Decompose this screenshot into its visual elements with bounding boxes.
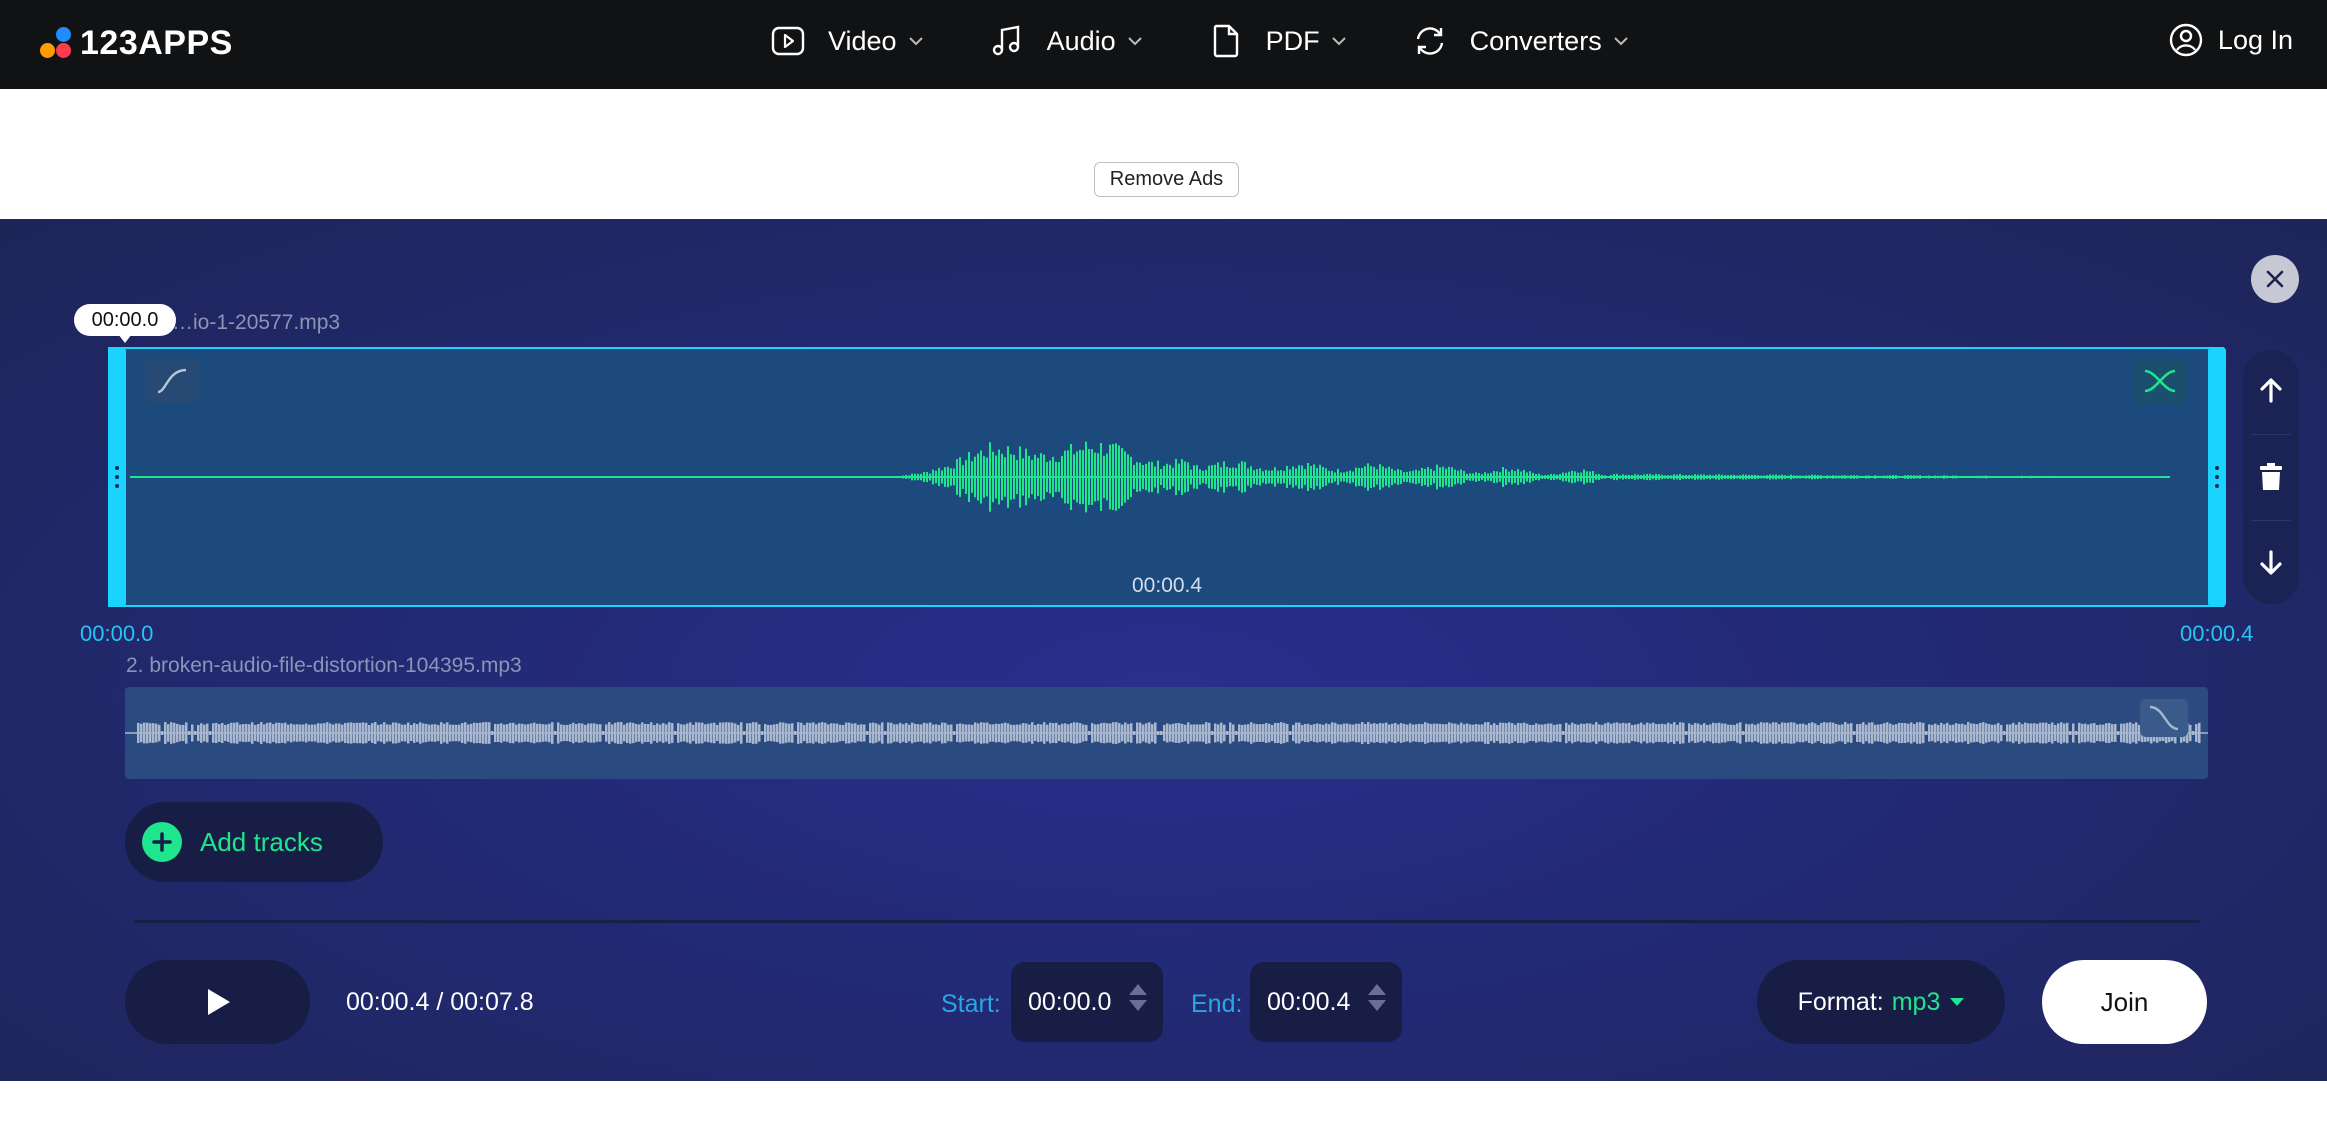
video-icon: [771, 26, 805, 56]
play-button[interactable]: [125, 960, 310, 1044]
track-1-duration: 00:00.4: [1132, 574, 1203, 597]
nav-converters[interactable]: Converters: [1412, 23, 1630, 59]
close-button[interactable]: [2251, 255, 2299, 303]
end-label: End:: [1191, 990, 1243, 1018]
nav-video[interactable]: Video: [770, 23, 925, 59]
selection-end-time: 00:00.4: [2180, 621, 2254, 646]
login-button[interactable]: Log In: [2168, 22, 2293, 58]
track-1-filename: …io-1-20577.mp3: [172, 311, 341, 334]
nav-pdf-label: PDF: [1265, 25, 1320, 56]
end-time-field[interactable]: [1250, 962, 1402, 1042]
arrow-down-icon: [2260, 550, 2282, 575]
caret-down-icon: [1950, 998, 1965, 1006]
top-navbar: 123APPS Video Audio PDF Converters Log I…: [0, 0, 2327, 89]
chevron-down-icon: [908, 37, 923, 46]
track-2[interactable]: [125, 687, 2208, 779]
add-tracks-button[interactable]: Add tracks: [125, 802, 383, 882]
increment-icon[interactable]: [1129, 984, 1147, 995]
play-icon: [207, 989, 230, 1015]
decrement-icon[interactable]: [1368, 1000, 1386, 1011]
delete-track-button[interactable]: [2253, 459, 2289, 495]
track-2-waveform: [125, 722, 2208, 744]
start-time-field[interactable]: [1011, 962, 1163, 1042]
bubble-pointer: [118, 334, 132, 343]
format-label: Format:: [1797, 987, 1884, 1016]
nav-audio-label: Audio: [1046, 25, 1116, 56]
move-down-button[interactable]: [2253, 545, 2289, 581]
end-time-input[interactable]: [1267, 987, 1362, 1017]
playhead-time-bubble: 00:00.0: [74, 304, 176, 336]
format-value: mp3: [1891, 987, 1941, 1016]
end-time-stepper[interactable]: [1368, 984, 1386, 1011]
crossfade-icon: [2144, 369, 2176, 393]
fade-out-button[interactable]: [2140, 699, 2188, 737]
nav-pdf[interactable]: PDF: [1208, 23, 1348, 59]
chevron-down-icon: [1613, 37, 1628, 46]
track-1-right-handle[interactable]: [2208, 347, 2226, 607]
track-tools: [2243, 350, 2299, 604]
move-up-button[interactable]: [2253, 372, 2289, 408]
start-label: Start:: [941, 990, 1001, 1018]
convert-icon: [1416, 27, 1443, 55]
format-select[interactable]: Format: mp3: [1757, 960, 2005, 1044]
plus-icon: [142, 822, 182, 862]
trash-icon: [2260, 463, 2282, 490]
nav-converters-label: Converters: [1469, 25, 1602, 56]
music-note-icon: [992, 25, 1019, 56]
join-button[interactable]: Join: [2042, 960, 2207, 1044]
logo-mark: [40, 26, 74, 60]
start-time-stepper[interactable]: [1129, 984, 1147, 1011]
playback-time: 00:00.4 / 00:07.8: [346, 988, 534, 1016]
nav-audio[interactable]: Audio: [989, 23, 1144, 59]
track-1-waveform: [130, 441, 2170, 513]
login-label: Log In: [2217, 24, 2293, 55]
close-icon: [2266, 270, 2284, 288]
divider: [134, 920, 2200, 923]
nav-video-label: Video: [828, 25, 897, 56]
logo[interactable]: 123APPS: [40, 20, 233, 66]
arrow-up-icon: [2260, 378, 2282, 403]
chevron-down-icon: [1331, 37, 1346, 46]
user-icon: [2169, 23, 2203, 57]
track-1-selected[interactable]: [108, 347, 2224, 607]
decrement-icon[interactable]: [1129, 1000, 1147, 1011]
document-icon: [1213, 24, 1238, 58]
fade-in-icon: [157, 368, 187, 394]
fade-in-button[interactable]: [145, 359, 199, 403]
chevron-down-icon: [1127, 37, 1142, 46]
selection-start-time: 00:00.0: [80, 621, 154, 646]
add-tracks-label: Add tracks: [200, 826, 323, 857]
increment-icon[interactable]: [1368, 984, 1386, 995]
track-2-filename: 2. broken-audio-file-distortion-104395.m…: [126, 654, 522, 677]
fade-out-icon: [2149, 705, 2179, 731]
track-1-left-handle[interactable]: [108, 347, 126, 607]
start-time-input[interactable]: [1028, 987, 1123, 1017]
logo-text: 123APPS: [80, 23, 233, 62]
main-nav: Video Audio PDF Converters: [770, 18, 1694, 64]
remove-ads-button[interactable]: Remove Ads: [1094, 162, 1239, 197]
crossfade-button[interactable]: [2133, 359, 2187, 403]
